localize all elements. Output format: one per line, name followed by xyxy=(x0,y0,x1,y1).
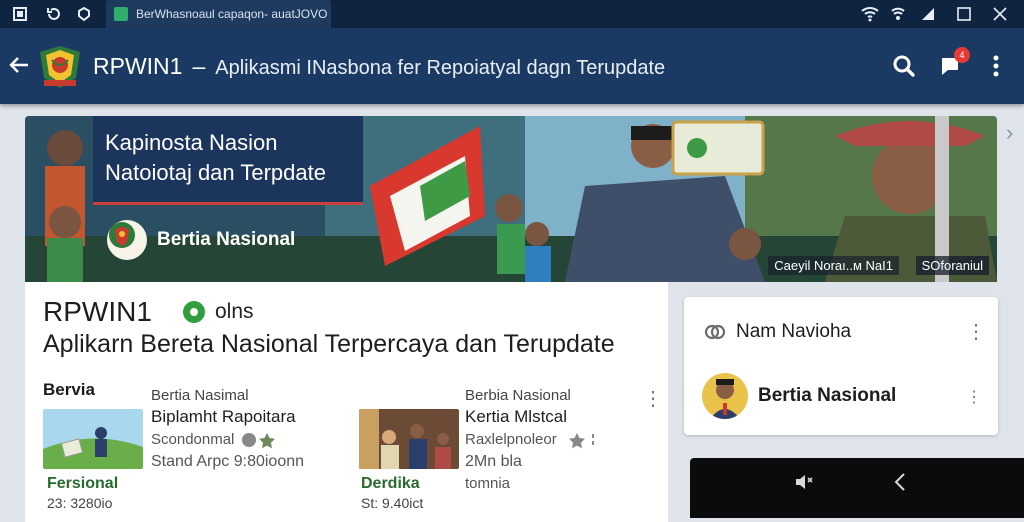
news-date: 2Mn bla xyxy=(465,453,522,470)
news-meta: Scondonmal xyxy=(151,431,235,448)
close-icon[interactable] xyxy=(990,4,1010,24)
notification-chat-icon[interactable]: 4 xyxy=(934,47,970,82)
news-category: Berbia Nasional xyxy=(465,387,571,404)
browser-tab[interactable]: BerWhasnoaul capaqon- auatJOVO xyxy=(106,0,331,28)
side-row-label: Bertia Nasional xyxy=(758,385,897,406)
app-info-card: RPWIN1 olns Aplikarn Bereta Nasional Ter… xyxy=(25,282,668,522)
news-tag: Fersional xyxy=(47,475,119,492)
news-more-icon[interactable]: ⋮ xyxy=(643,386,663,412)
status-text: olns xyxy=(215,300,254,323)
news-meta: Raxlelpnoleor xyxy=(465,431,557,448)
app-subtitle: Aplikasmi INasbona fer Repoiatyal dagn T… xyxy=(215,57,666,79)
hero-banner[interactable]: Kapinosta Nasion Natoiotaj dan Terpdate … xyxy=(25,116,997,282)
title-separator: – xyxy=(192,53,206,79)
news-thumbnail xyxy=(43,409,143,469)
status-indicator: olns xyxy=(183,300,254,324)
banner-brand: Bertia Nasional xyxy=(107,220,295,260)
side-row-national[interactable]: Nam Navioha xyxy=(702,319,851,345)
back-arrow-icon[interactable] xyxy=(8,50,34,80)
window-restore-icon[interactable] xyxy=(10,4,30,24)
side-row-more-icon[interactable]: ⋮ xyxy=(966,319,986,345)
banner-headline-line1: Kapinosta Nasion xyxy=(105,130,278,155)
news-headline: Kertia Mlstcal xyxy=(465,407,568,426)
news-item[interactable]: Berbia Nasional Kertia Mlstcal Raxlelpno… xyxy=(359,387,649,517)
news-item[interactable]: Bertia Nasimal Biplamht Rapoitara Scondo… xyxy=(43,387,343,517)
online-status-icon xyxy=(183,301,205,323)
news-stat: 23: 3280io xyxy=(47,495,113,511)
volume-icon[interactable] xyxy=(794,472,814,492)
news-stat: St: 9.40ict xyxy=(361,495,424,511)
card-title: RPWIN1 xyxy=(43,296,152,327)
search-icon[interactable] xyxy=(888,50,920,82)
banner-photo-credit: Caeyil Noraı..ᴍ NaI1 xyxy=(768,256,899,275)
notification-badge: 4 xyxy=(954,47,970,63)
news-reaction-icons xyxy=(241,431,281,449)
app-title: RPWIN1– Aplikasmi INasbona fer Repoiatyal… xyxy=(93,50,665,84)
side-row-channel[interactable]: Bertia Nasional xyxy=(702,373,896,419)
link-chain-icon xyxy=(702,319,728,345)
news-headline: Biplamht Rapoitara xyxy=(151,407,296,426)
tab-title: BerWhasnoaul capaqon- auatJOVO xyxy=(136,7,328,21)
side-row-more-icon[interactable]: ⋮ xyxy=(966,385,982,411)
refresh-icon[interactable] xyxy=(44,4,64,24)
news-category: Bertia Nasimal xyxy=(151,387,249,404)
news-extra: tomnia xyxy=(465,475,511,492)
news-tag: Derdika xyxy=(361,475,420,492)
banner-headline-box: Kapinosta Nasion Natoiotaj dan Terpdate xyxy=(93,116,363,205)
news-reaction-icons xyxy=(567,431,597,449)
scroll-right-chevron-icon[interactable]: › xyxy=(1006,120,1022,145)
app-name: RPWIN1 xyxy=(93,53,183,79)
emblem-icon xyxy=(107,220,147,260)
shield-icon[interactable] xyxy=(74,4,94,24)
news-thumbnail xyxy=(359,409,459,469)
avatar xyxy=(702,373,748,419)
chevron-left-icon[interactable] xyxy=(890,472,910,492)
maximize-icon[interactable] xyxy=(954,4,974,24)
app-bar: RPWIN1– Aplikasmi INasbona fer Repoiatyal… xyxy=(0,28,1024,104)
banner-headline-line2: Natoiotaj dan Terpdate xyxy=(105,160,326,185)
news-date: Stand Arpc 9:80ioonn xyxy=(151,453,305,470)
garuda-logo-icon xyxy=(36,42,84,90)
more-vert-icon[interactable] xyxy=(980,50,1012,82)
banner-source-credit: SOforaniul xyxy=(915,256,989,275)
side-row-label: Nam Navioha xyxy=(736,321,852,342)
banner-brand-name: Bertia Nasional xyxy=(157,229,296,250)
signal-wifi-icon xyxy=(888,4,908,24)
cellular-signal-icon xyxy=(918,4,938,24)
video-control-panel xyxy=(690,458,1024,518)
window-title-bar: BerWhasnoaul capaqon- auatJOVO xyxy=(0,0,1024,28)
side-card: Nam Navioha ⋮ Bertia Nasional ⋮ xyxy=(684,297,998,435)
tab-favicon-icon xyxy=(114,7,128,21)
card-subtitle: Aplikarn Bereta Nasional Terpercaya dan … xyxy=(43,330,615,358)
wifi-icon xyxy=(860,4,880,24)
